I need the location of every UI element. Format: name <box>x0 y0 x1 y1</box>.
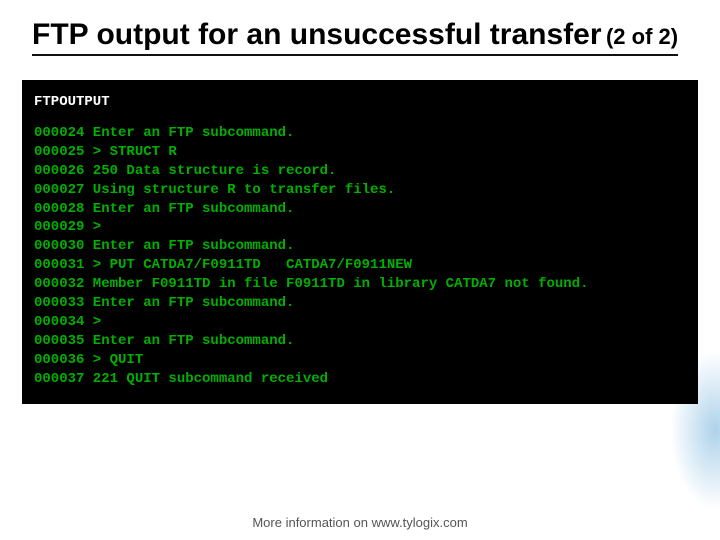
terminal-line: 000026 250 Data structure is record. <box>34 162 686 181</box>
terminal-line: 000037 221 QUIT subcommand received <box>34 370 686 389</box>
slide-title-sub: (2 of 2) <box>606 24 678 49</box>
terminal-line: 000029 > <box>34 218 686 237</box>
slide-footer: More information on www.tylogix.com <box>0 515 720 530</box>
terminal-line: 000034 > <box>34 313 686 332</box>
terminal-line: 000033 Enter an FTP subcommand. <box>34 294 686 313</box>
terminal-line: 000028 Enter an FTP subcommand. <box>34 200 686 219</box>
terminal-line: 000024 Enter an FTP subcommand. <box>34 124 686 143</box>
terminal-heading: FTPOUTPUT <box>34 94 686 110</box>
terminal-output: 000024 Enter an FTP subcommand.000025 > … <box>34 124 686 388</box>
terminal-line: 000027 Using structure R to transfer fil… <box>34 181 686 200</box>
terminal-line: 000031 > PUT CATDA7/F0911TD CATDA7/F0911… <box>34 256 686 275</box>
terminal-panel: FTPOUTPUT 000024 Enter an FTP subcommand… <box>22 80 698 404</box>
terminal-line: 000025 > STRUCT R <box>34 143 686 162</box>
slide-title-main: FTP output for an unsuccessful transfer <box>32 18 602 51</box>
terminal-line: 000030 Enter an FTP subcommand. <box>34 237 686 256</box>
slide-title-block: FTP output for an unsuccessful transfer … <box>0 0 720 56</box>
terminal-line: 000035 Enter an FTP subcommand. <box>34 332 686 351</box>
terminal-line: 000036 > QUIT <box>34 351 686 370</box>
terminal-line: 000032 Member F0911TD in file F0911TD in… <box>34 275 686 294</box>
